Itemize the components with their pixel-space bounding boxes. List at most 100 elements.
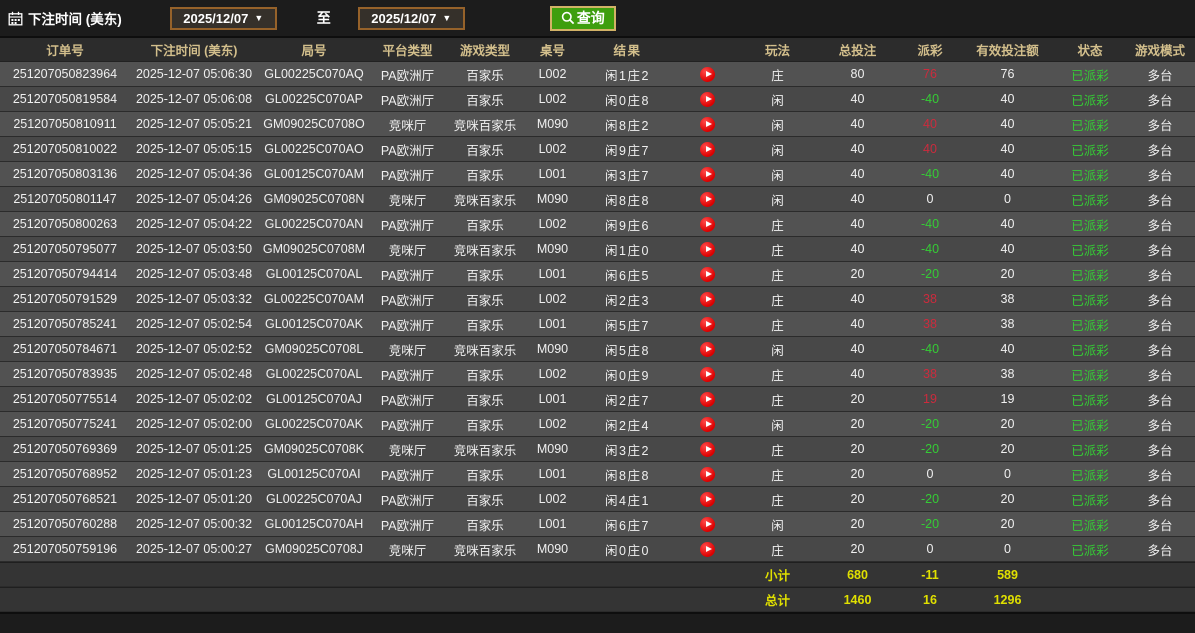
game-type: 百家乐	[445, 490, 525, 509]
play-video-icon[interactable]	[700, 67, 715, 82]
play-type: 庄	[740, 490, 815, 509]
result: 闲1庄2	[580, 65, 675, 84]
play-video-icon[interactable]	[700, 367, 715, 382]
play-video-icon[interactable]	[700, 267, 715, 282]
game-mode: 多台	[1125, 315, 1195, 334]
play-video-icon[interactable]	[700, 292, 715, 307]
play-video-icon[interactable]	[700, 192, 715, 207]
play-type: 庄	[740, 215, 815, 234]
play-type: 庄	[740, 315, 815, 334]
platform-type: 竞咪厅	[370, 340, 445, 359]
result: 闲2庄3	[580, 290, 675, 309]
table-row: 251207050791529 2025-12-07 05:03:32 GL00…	[0, 287, 1195, 312]
total-bet: 40	[815, 342, 900, 356]
play-video-icon[interactable]	[700, 117, 715, 132]
play-video-icon[interactable]	[700, 317, 715, 332]
payout: -40	[900, 242, 960, 256]
calendar-icon	[8, 11, 23, 26]
order-id: 251207050795077	[0, 242, 130, 256]
total-bet: 40	[815, 142, 900, 156]
table-row: 251207050810911 2025-12-07 05:05:21 GM09…	[0, 112, 1195, 137]
total-bet: 40	[815, 217, 900, 231]
round-id: GM09025C0708O	[258, 117, 370, 131]
play-type: 庄	[740, 290, 815, 309]
valid-bet: 0	[960, 192, 1055, 206]
payout: 40	[900, 142, 960, 156]
order-id: 251207050783935	[0, 367, 130, 381]
result: 闲6庄7	[580, 515, 675, 534]
date-to-select[interactable]: 2025/12/07 ▼	[358, 7, 465, 30]
platform-type: 竞咪厅	[370, 540, 445, 559]
play-type: 庄	[740, 265, 815, 284]
valid-bet: 76	[960, 67, 1055, 81]
play-video-icon[interactable]	[700, 417, 715, 432]
play-video-icon[interactable]	[700, 217, 715, 232]
bet-time: 2025-12-07 05:06:30	[130, 67, 258, 81]
total-bet: 40	[815, 242, 900, 256]
game-type: 百家乐	[445, 515, 525, 534]
play-video-icon[interactable]	[700, 467, 715, 482]
result: 闲4庄1	[580, 490, 675, 509]
play-video-icon[interactable]	[700, 142, 715, 157]
table-number: L001	[525, 392, 580, 406]
table-row: 251207050784671 2025-12-07 05:02:52 GM09…	[0, 337, 1195, 362]
query-button[interactable]: 查询	[550, 6, 616, 31]
platform-type: PA欧洲厅	[370, 390, 445, 409]
status-badge: 已派彩	[1055, 365, 1125, 384]
chevron-down-icon: ▼	[442, 13, 451, 23]
status-badge: 已派彩	[1055, 540, 1125, 559]
order-id: 251207050759196	[0, 542, 130, 556]
play-video-icon[interactable]	[700, 342, 715, 357]
play-video-icon[interactable]	[700, 392, 715, 407]
table-number: L002	[525, 492, 580, 506]
round-id: GM09025C0708K	[258, 442, 370, 456]
order-id: 251207050801147	[0, 192, 130, 206]
table-number: M090	[525, 342, 580, 356]
platform-type: PA欧洲厅	[370, 265, 445, 284]
total-bet: 40	[815, 92, 900, 106]
game-type: 竞咪百家乐	[445, 540, 525, 559]
play-video-icon[interactable]	[700, 517, 715, 532]
play-video-icon[interactable]	[700, 92, 715, 107]
subtotal-row: 小计 680 -11 589	[0, 562, 1195, 587]
table-row: 251207050785241 2025-12-07 05:02:54 GL00…	[0, 312, 1195, 337]
status-badge: 已派彩	[1055, 265, 1125, 284]
game-mode: 多台	[1125, 365, 1195, 384]
result: 闲6庄5	[580, 265, 675, 284]
total-bet: 40	[815, 117, 900, 131]
round-id: GL00225C070AO	[258, 142, 370, 156]
bet-time: 2025-12-07 05:02:52	[130, 342, 258, 356]
bet-time: 2025-12-07 05:00:27	[130, 542, 258, 556]
header-bet-time: 下注时间 (美东)	[130, 40, 258, 59]
header-game-mode: 游戏模式	[1125, 40, 1195, 59]
play-triangle-icon	[706, 221, 712, 227]
table-number: L002	[525, 417, 580, 431]
order-id: 251207050784671	[0, 342, 130, 356]
date-from-select[interactable]: 2025/12/07 ▼	[170, 7, 277, 30]
round-id: GL00125C070AI	[258, 467, 370, 481]
play-video-icon[interactable]	[700, 242, 715, 257]
platform-type: 竞咪厅	[370, 190, 445, 209]
play-type: 闲	[740, 115, 815, 134]
header-table-number: 桌号	[525, 40, 580, 59]
subtotal-label: 小计	[740, 565, 815, 584]
valid-bet: 20	[960, 417, 1055, 431]
game-mode: 多台	[1125, 165, 1195, 184]
play-video-icon[interactable]	[700, 542, 715, 557]
table-row: 251207050775514 2025-12-07 05:02:02 GL00…	[0, 387, 1195, 412]
order-id: 251207050819584	[0, 92, 130, 106]
total-valid-bet: 1296	[960, 593, 1055, 607]
play-video-icon[interactable]	[700, 442, 715, 457]
toolbar: 下注时间 (美东) 2025/12/07 ▼ 至 2025/12/07 ▼ 查询	[0, 0, 1195, 36]
platform-type: PA欧洲厅	[370, 140, 445, 159]
platform-type: PA欧洲厅	[370, 465, 445, 484]
status-badge: 已派彩	[1055, 490, 1125, 509]
play-video-icon[interactable]	[700, 167, 715, 182]
table-row: 251207050794414 2025-12-07 05:03:48 GL00…	[0, 262, 1195, 287]
play-video-icon[interactable]	[700, 492, 715, 507]
result: 闲2庄4	[580, 415, 675, 434]
table-row: 251207050803136 2025-12-07 05:04:36 GL00…	[0, 162, 1195, 187]
header-platform-type: 平台类型	[370, 40, 445, 59]
play-type: 庄	[740, 540, 815, 559]
play-type: 闲	[740, 190, 815, 209]
